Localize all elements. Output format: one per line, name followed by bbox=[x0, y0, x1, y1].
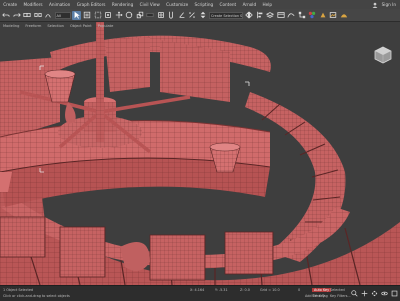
rotate-icon[interactable] bbox=[125, 11, 134, 20]
coord-z[interactable]: Z: 0.0 bbox=[240, 288, 250, 292]
sign-in-link[interactable]: Sign In bbox=[378, 2, 400, 7]
percent-snap-icon[interactable] bbox=[188, 11, 197, 20]
selection-count: 1 Object Selected bbox=[3, 288, 34, 292]
menu-help[interactable]: Help bbox=[259, 0, 275, 9]
selected-dropdown[interactable]: Selected bbox=[330, 288, 345, 292]
menu-graph-editors[interactable]: Graph Editors bbox=[74, 0, 109, 9]
autokey-button[interactable]: Auto Key bbox=[312, 288, 332, 292]
tab-selection[interactable]: Selection bbox=[44, 24, 67, 28]
menu-animation[interactable]: Animation bbox=[46, 0, 74, 9]
move-icon[interactable] bbox=[114, 11, 123, 20]
orbit-icon[interactable] bbox=[380, 289, 388, 297]
model-render bbox=[0, 22, 400, 285]
redo-icon[interactable] bbox=[12, 11, 21, 20]
tab-object-paint[interactable]: Object Paint bbox=[67, 24, 95, 28]
upper-ring bbox=[50, 35, 271, 102]
grid-size: Grid = 10.0 bbox=[260, 288, 280, 292]
menu-arnold[interactable]: Arnold bbox=[239, 0, 259, 9]
ribbon-icon[interactable] bbox=[276, 11, 285, 20]
menu-civil-view[interactable]: Civil View bbox=[136, 0, 163, 9]
perspective-viewport[interactable] bbox=[0, 22, 400, 285]
zoom-icon[interactable] bbox=[350, 289, 358, 297]
menu-modifiers[interactable]: Modifiers bbox=[20, 0, 46, 9]
tab-populate[interactable]: Populate bbox=[95, 24, 117, 28]
scale-icon[interactable] bbox=[135, 11, 144, 20]
zoom-all-icon[interactable] bbox=[360, 289, 368, 297]
render-setup-icon[interactable] bbox=[318, 11, 327, 20]
coord-x[interactable]: X: 4.164 bbox=[190, 288, 204, 292]
angle-snap-icon[interactable] bbox=[177, 11, 186, 20]
snap-icon[interactable] bbox=[167, 11, 176, 20]
mirror-icon[interactable] bbox=[245, 11, 254, 20]
bind-icon[interactable] bbox=[44, 11, 53, 20]
coord-y[interactable]: Y: -5.31 bbox=[215, 288, 228, 292]
maximize-viewport-icon[interactable] bbox=[390, 289, 398, 297]
menu-scripting[interactable]: Scripting bbox=[191, 0, 216, 9]
status-bar: 1 Object Selected Click or click-and-dra… bbox=[0, 285, 400, 301]
rendered-frame-icon[interactable] bbox=[329, 11, 338, 20]
frame-number[interactable]: 0 bbox=[298, 288, 300, 292]
selection-filter-dropdown[interactable]: All bbox=[54, 11, 71, 19]
ribbon-tabs: Modeling Freeform Selection Object Paint… bbox=[0, 22, 116, 29]
spinner-snap-icon[interactable] bbox=[198, 11, 207, 20]
menu-customize[interactable]: Customize bbox=[163, 0, 191, 9]
link-icon[interactable] bbox=[23, 11, 32, 20]
pan-icon[interactable] bbox=[370, 289, 378, 297]
select-by-name-icon[interactable] bbox=[83, 11, 92, 20]
set-key-button[interactable]: Set Key bbox=[312, 294, 325, 298]
main-toolbar: All Create Selection Set bbox=[0, 9, 400, 22]
menu-content[interactable]: Content bbox=[216, 0, 239, 9]
material-editor-icon[interactable] bbox=[308, 11, 317, 20]
menu-rendering[interactable]: Rendering bbox=[109, 0, 137, 9]
viewcube-icon[interactable] bbox=[372, 44, 394, 66]
tab-freeform[interactable]: Freeform bbox=[22, 24, 44, 28]
layer-icon[interactable] bbox=[266, 11, 275, 20]
rect-select-icon[interactable] bbox=[93, 11, 102, 20]
select-icon[interactable] bbox=[72, 10, 81, 20]
prompt-text: Click or click-and-drag to select object… bbox=[3, 294, 70, 298]
menu-create[interactable]: Create bbox=[0, 0, 20, 9]
reference-coord-icon[interactable] bbox=[146, 11, 155, 20]
curve-editor-icon[interactable] bbox=[287, 11, 296, 20]
undo-icon[interactable] bbox=[2, 11, 11, 20]
pivot-icon[interactable] bbox=[156, 11, 165, 20]
tab-modeling[interactable]: Modeling bbox=[0, 24, 22, 28]
mast bbox=[96, 22, 104, 142]
named-selection-set-input[interactable]: Create Selection Set bbox=[209, 11, 243, 19]
window-crossing-icon[interactable] bbox=[104, 11, 113, 20]
unlink-icon[interactable] bbox=[33, 11, 42, 20]
render-icon[interactable] bbox=[339, 11, 348, 20]
schematic-icon[interactable] bbox=[297, 11, 306, 20]
key-filters-button[interactable]: Key Filters... bbox=[330, 294, 351, 298]
align-icon[interactable] bbox=[255, 11, 264, 20]
